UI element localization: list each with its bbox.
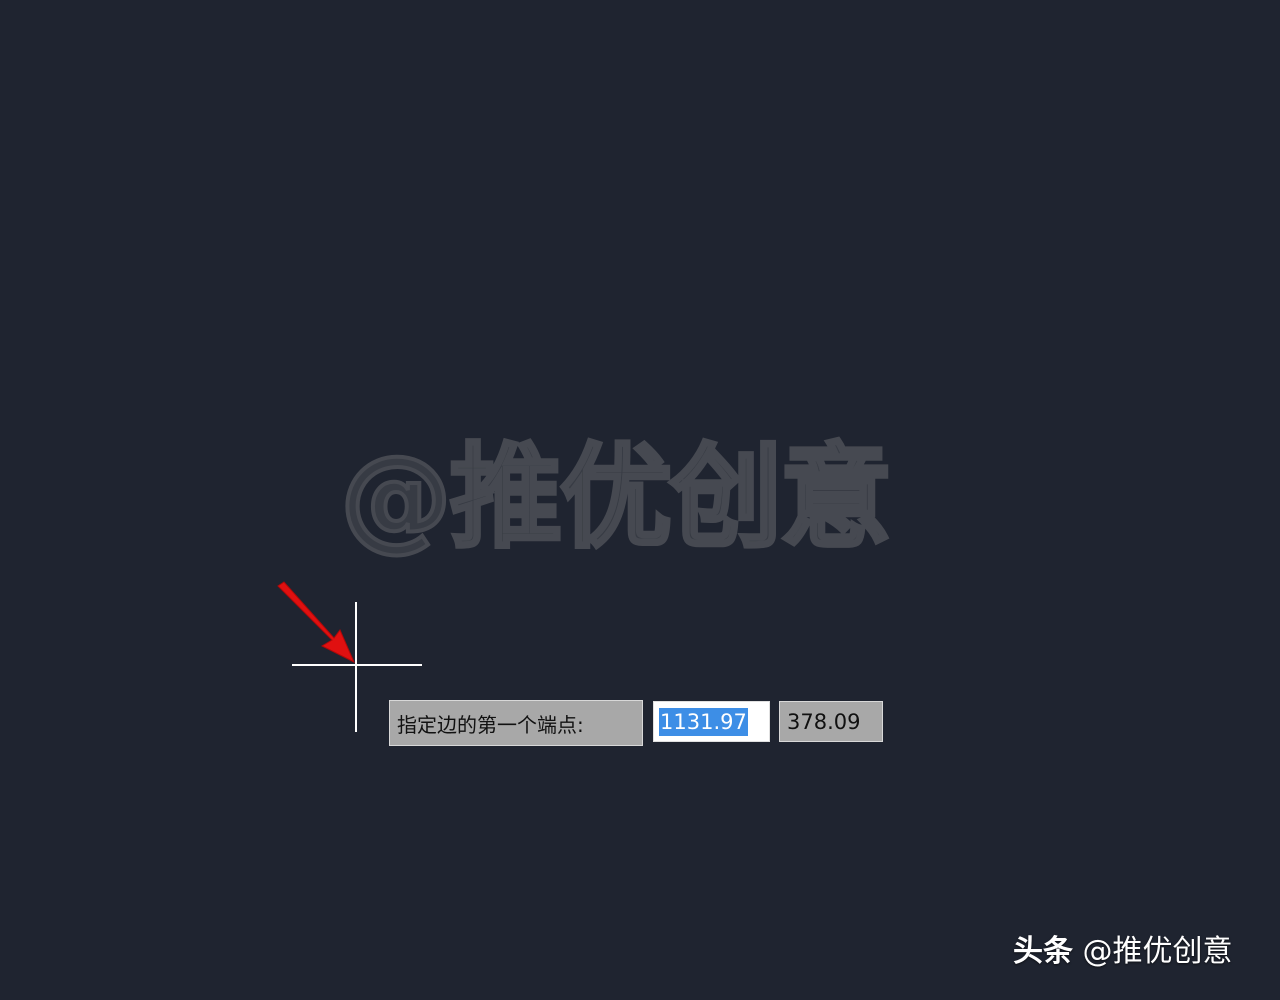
watermark-text: @推优创意 [338, 431, 894, 565]
x-coordinate-input[interactable]: 1131.97 [653, 701, 770, 742]
red-arrow-icon [277, 581, 356, 664]
source-credit: 头条 @推优创意 [1013, 930, 1263, 974]
command-prompt-label: 指定边的第一个端点: [389, 700, 643, 746]
x-coordinate-value: 1131.97 [659, 707, 748, 736]
credit-brand: 头条 [1013, 934, 1073, 969]
credit-handle: @推优创意 [1082, 934, 1233, 969]
y-coordinate-input[interactable]: 378.09 [779, 701, 883, 742]
